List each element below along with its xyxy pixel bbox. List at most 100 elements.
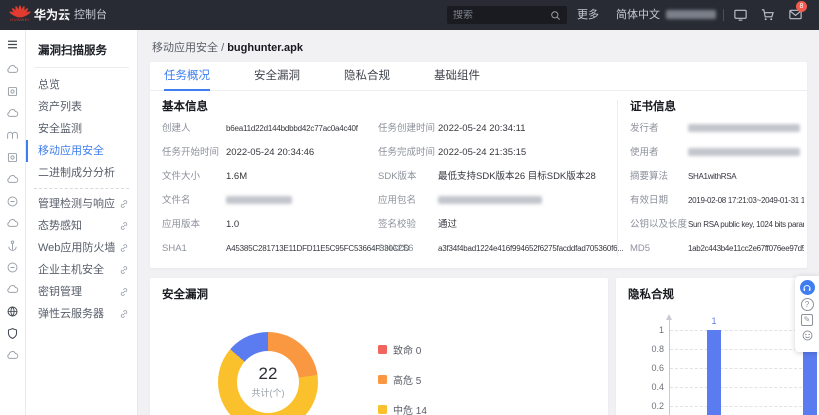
search-icon — [550, 10, 561, 21]
info-row: SDK版本 最低支持SDK版本26 目标SDK版本28 — [378, 171, 596, 182]
gauge-icon[interactable] — [6, 129, 19, 142]
huawei-logo-text: HUAWEI — [10, 17, 30, 22]
floating-toolbar: ? ✎ — [795, 276, 819, 352]
info-row: 摘要算法 SHA1withRSA — [630, 171, 737, 182]
vertical-divider — [617, 100, 618, 256]
language-switcher[interactable]: 简体中文 — [616, 0, 660, 30]
main-content: 移动应用安全 / bughunter.apk 任务概况 安全漏洞 隐私合规 基础… — [138, 30, 819, 415]
help-icon[interactable]: ? — [800, 298, 814, 311]
sidebar-item-mdr[interactable]: 管理检测与响应 — [26, 193, 137, 215]
legend-item-medium[interactable]: 中危 14 — [378, 402, 427, 415]
sidebar-item-mobile-app-security[interactable]: 移动应用安全 — [26, 140, 137, 162]
y-tick: 0.8 — [651, 344, 664, 354]
tab-privacy-compliance[interactable]: 隐私合规 — [344, 62, 390, 91]
breadcrumb-parent[interactable]: 移动应用安全 — [152, 42, 218, 54]
breadcrumb: 移动应用安全 / bughunter.apk — [152, 39, 303, 55]
menu-toggle-icon[interactable] — [6, 38, 20, 52]
legend-item-high[interactable]: 高危 5 — [378, 372, 427, 387]
info-row: 应用包名 — [378, 194, 616, 218]
vuln-total-label: 共计(个) — [251, 388, 285, 398]
sidebar-item-security-monitor[interactable]: 安全监测 — [26, 118, 137, 140]
feedback-edit-icon[interactable]: ✎ — [801, 314, 813, 326]
legend-swatch — [378, 345, 387, 354]
cloud-service-icon[interactable] — [6, 217, 19, 230]
info-row: SHA256 a3f34f4bad1224e416f994652f6275facd… — [378, 243, 624, 254]
info-row: 任务完成时间 2022-05-24 21:35:15 — [378, 147, 527, 158]
donut-center-text: 22 共计(个) — [218, 364, 318, 399]
sidebar-item-waf[interactable]: Web应用防火墙 — [26, 237, 137, 259]
y-tick: 0.4 — [651, 382, 664, 392]
external-link-icon — [119, 243, 129, 253]
gridline — [670, 406, 812, 407]
sidebar-dashed-divider — [34, 188, 129, 189]
y-tick: 1 — [658, 325, 664, 335]
gridline — [670, 330, 812, 331]
gridline — [670, 349, 812, 350]
info-row: 任务创建时间 2022-05-24 20:34:11 — [378, 123, 526, 134]
sidebar-item-overview[interactable]: 总览 — [26, 74, 137, 96]
external-link-icon — [119, 265, 129, 275]
info-row: 发行者 — [630, 122, 804, 146]
search-input[interactable] — [453, 9, 550, 21]
bar-value-label: 1 — [711, 316, 717, 326]
shield-icon[interactable] — [6, 327, 19, 340]
cert-info-column: 发行者 使用者 摘要算法 SHA1withRSA 有效日期 2019-02-08 1… — [630, 122, 804, 266]
legend-swatch — [378, 375, 387, 384]
circle-service-icon[interactable] — [6, 261, 19, 274]
box-service-icon[interactable] — [6, 151, 19, 164]
info-row: 公钥以及长度 Sun RSA public key, 1024 bits para… — [630, 219, 804, 230]
vulnerability-legend: 致命 0 高危 5 中危 14 — [378, 342, 427, 415]
sidebar-item-kms[interactable]: 密钥管理 — [26, 281, 137, 303]
info-row: 文件名 — [162, 194, 376, 218]
account-name-blurred[interactable] — [666, 10, 716, 19]
vulnerability-panel: 安全漏洞 22 共计(个) 致命 0 高危 5 中危 14 — [150, 278, 608, 415]
blurred-package-name — [438, 196, 542, 204]
legend-item-critical[interactable]: 致命 0 — [378, 342, 427, 357]
info-row: 文件大小 1.6M — [162, 171, 248, 182]
mail-badge: 8 — [796, 1, 807, 12]
console-link[interactable]: 控制台 — [74, 0, 107, 30]
info-row: 有效日期2019-02-08 17:21:03~2049-01-31 17:21… — [630, 195, 804, 206]
blurred-filename — [226, 196, 292, 204]
cloud-service-icon[interactable] — [6, 173, 19, 186]
cloud-service-icon[interactable] — [6, 349, 19, 362]
satisfaction-smiley-icon[interactable] — [801, 329, 814, 342]
console-monitor-icon[interactable] — [733, 7, 749, 23]
info-row: 使用者 — [630, 146, 804, 170]
circle-service-icon[interactable] — [6, 195, 19, 208]
sidebar-item-asset-list[interactable]: 资产列表 — [26, 96, 137, 118]
customer-service-icon[interactable] — [799, 280, 815, 295]
cloud-service-icon[interactable] — [6, 283, 19, 296]
box-service-icon[interactable] — [6, 85, 19, 98]
cloud-service-icon[interactable] — [6, 63, 19, 76]
sidebar-item-ecs[interactable]: 弹性云服务器 — [26, 303, 137, 325]
more-menu[interactable]: 更多 — [577, 0, 599, 30]
info-row: 创建人 b6ea11d22d144bdbbd42c77ac0a4c40f — [162, 123, 358, 134]
sidebar-item-binary-analysis[interactable]: 二进制成分分析 — [26, 162, 137, 184]
huawei-logo-icon[interactable]: HUAWEI — [8, 3, 32, 27]
info-row: 任务开始时间 2022-05-24 20:34:46 — [162, 147, 315, 158]
cloud-service-icon[interactable] — [6, 107, 19, 120]
header-search[interactable] — [447, 6, 567, 24]
top-header: HUAWEI 华为云 控制台 更多 简体中文 8 — [0, 0, 819, 30]
sidebar-item-situation-awareness[interactable]: 态势感知 — [26, 215, 137, 237]
gridline — [670, 368, 812, 369]
header-divider — [723, 9, 724, 21]
tab-base-components[interactable]: 基础组件 — [434, 62, 480, 91]
anchor-icon[interactable] — [6, 239, 19, 252]
blurred-subject — [688, 148, 800, 156]
info-row: 应用版本 1.0 — [162, 219, 240, 230]
sidebar: 漏洞扫描服务 总览 资产列表 安全监测 移动应用安全 二进制成分分析 管理检测与… — [26, 30, 138, 415]
tab-task-overview[interactable]: 任务概况 — [164, 62, 210, 91]
external-link-icon — [119, 221, 129, 231]
y-tick: 0.2 — [651, 401, 664, 411]
sidebar-item-host-security[interactable]: 企业主机安全 — [26, 259, 137, 281]
globe-icon[interactable] — [6, 305, 19, 318]
external-link-icon — [119, 309, 129, 319]
vulnerability-panel-title: 安全漏洞 — [162, 289, 208, 301]
tab-security-vulnerabilities[interactable]: 安全漏洞 — [254, 62, 300, 91]
sidebar-divider — [34, 67, 129, 68]
external-link-icon — [119, 199, 129, 209]
cart-icon[interactable] — [760, 7, 776, 23]
blurred-issuer — [688, 124, 800, 132]
